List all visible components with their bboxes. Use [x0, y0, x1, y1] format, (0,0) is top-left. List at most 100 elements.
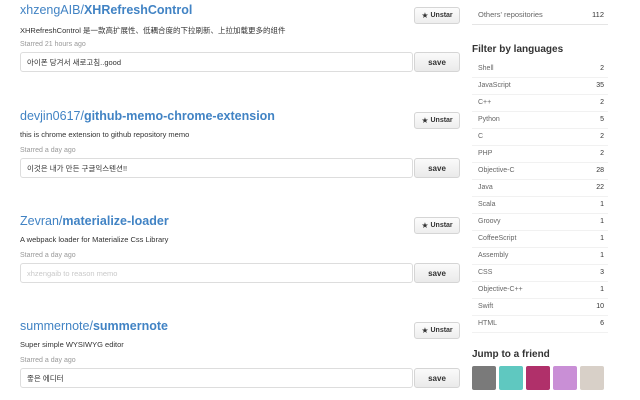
- friend-avatar[interactable]: [580, 366, 604, 390]
- others-repositories-label: Others' repositories: [478, 10, 543, 19]
- repo-owner-link[interactable]: Zevran: [20, 214, 59, 228]
- language-name: Objective-C++: [478, 286, 523, 293]
- language-count: 28: [596, 167, 604, 174]
- language-filter-item[interactable]: C++ 2: [472, 95, 608, 112]
- repo-owner-link[interactable]: devjin0617: [20, 109, 80, 123]
- repo-title[interactable]: Zevran/materialize-loader: [20, 214, 169, 228]
- repo-memo-input[interactable]: [20, 158, 413, 178]
- repo-memo-input[interactable]: [20, 52, 413, 72]
- language-name: Groovy: [478, 218, 501, 225]
- unstar-button[interactable]: ★ Unstar: [414, 217, 460, 234]
- language-filter-item[interactable]: Swift 10: [472, 299, 608, 316]
- language-name: HTML: [478, 320, 498, 327]
- repo-memo-input[interactable]: [20, 263, 413, 283]
- language-count: 35: [596, 82, 604, 89]
- starred-time: Starred a day ago: [20, 252, 76, 259]
- starred-repo-list: xhzengAIB/XHRefreshControl ★ Unstar XHRe…: [20, 0, 460, 400]
- language-name: JavaScript: [478, 82, 511, 89]
- language-count: 6: [600, 320, 604, 327]
- save-button[interactable]: save: [414, 52, 460, 72]
- star-icon: ★: [421, 220, 429, 230]
- repo-name-link[interactable]: XHRefreshControl: [84, 3, 192, 17]
- language-name: C++: [478, 99, 492, 106]
- language-filter-item[interactable]: Assembly 1: [472, 248, 608, 265]
- language-count: 1: [600, 252, 604, 259]
- starred-time: Starred a day ago: [20, 147, 76, 154]
- friend-avatar-list: [472, 366, 604, 390]
- friend-avatar[interactable]: [553, 366, 577, 390]
- unstar-label: Unstar: [430, 222, 453, 229]
- repo-name-link[interactable]: github-memo-chrome-extension: [84, 109, 275, 123]
- language-count: 2: [600, 133, 604, 140]
- language-filter-list: Shell 2 JavaScript 35 C++ 2 Python 5 C2 PHP 2…: [472, 61, 608, 333]
- unstar-button[interactable]: ★ Unstar: [414, 112, 460, 129]
- friend-avatar[interactable]: [499, 366, 523, 390]
- language-name: CSS: [478, 269, 493, 276]
- language-count: 2: [600, 150, 604, 157]
- starred-time: Starred 21 hours ago: [20, 41, 86, 48]
- repo-owner-link[interactable]: xhzengAIB: [20, 3, 80, 17]
- language-filter-item[interactable]: JavaScript 35: [472, 78, 608, 95]
- language-filter-item[interactable]: Java 22: [472, 180, 608, 197]
- repo-title[interactable]: summernote/summernote: [20, 319, 168, 333]
- repo-name-link[interactable]: materialize-loader: [62, 214, 168, 228]
- repo-memo-input[interactable]: [20, 368, 413, 388]
- unstar-label: Unstar: [430, 117, 453, 124]
- repo-name-link[interactable]: summernote: [93, 319, 168, 333]
- language-count: 2: [600, 65, 604, 72]
- language-name: Python: [478, 116, 500, 123]
- save-button[interactable]: save: [414, 263, 460, 283]
- language-name: Swift: [478, 303, 494, 310]
- unstar-button[interactable]: ★ Unstar: [414, 7, 460, 24]
- language-count: 2: [600, 99, 604, 106]
- language-name: Shell: [478, 65, 494, 72]
- star-icon: ★: [421, 325, 429, 335]
- starred-time: Starred a day ago: [20, 357, 76, 364]
- language-filter-item[interactable]: Scala 1: [472, 197, 608, 214]
- repo-description: Super simple WYSIWYG editor: [20, 340, 124, 349]
- language-name: Scala: [478, 201, 496, 208]
- language-name: CoffeeScript: [478, 235, 517, 242]
- language-filter-item[interactable]: Objective-C++ 1: [472, 282, 608, 299]
- language-name: C: [478, 133, 484, 140]
- language-name: Java: [478, 184, 493, 191]
- language-count: 3: [600, 269, 604, 276]
- language-filter-item[interactable]: CoffeeScript 1: [472, 231, 608, 248]
- save-button[interactable]: save: [414, 158, 460, 178]
- unstar-button[interactable]: ★ Unstar: [414, 322, 460, 339]
- language-name: Assembly: [478, 252, 509, 259]
- repo-owner-link[interactable]: summernote: [20, 319, 89, 333]
- repo-description: A webpack loader for Materialize Css Lib…: [20, 235, 169, 244]
- language-filter-item[interactable]: Shell 2: [472, 61, 608, 78]
- repo-description: XHRefreshControl 是一款高扩展性、低耦合度的下拉刷新、上拉加载更…: [20, 26, 286, 35]
- language-filter-item[interactable]: Groovy 1: [472, 214, 608, 231]
- unstar-label: Unstar: [430, 327, 453, 334]
- star-icon: ★: [421, 115, 429, 125]
- language-count: 1: [600, 201, 604, 208]
- save-button[interactable]: save: [414, 368, 460, 388]
- repo-title[interactable]: devjin0617/github-memo-chrome-extension: [20, 109, 275, 123]
- repo-title[interactable]: xhzengAIB/XHRefreshControl: [20, 3, 192, 17]
- star-icon: ★: [421, 10, 429, 20]
- language-count: 1: [600, 235, 604, 242]
- language-filter-item[interactable]: CSS 3: [472, 265, 608, 282]
- language-count: 1: [600, 218, 604, 225]
- others-repositories-count: 112: [592, 10, 604, 19]
- friend-avatar[interactable]: [472, 366, 496, 390]
- friend-avatar[interactable]: [526, 366, 550, 390]
- language-filter-item[interactable]: HTML 6: [472, 316, 608, 333]
- repo-item: Zevran/materialize-loader ★ Unstar A web…: [20, 210, 460, 315]
- language-name: PHP: [478, 150, 493, 157]
- language-filter-item[interactable]: PHP 2: [472, 146, 608, 163]
- repo-item: devjin0617/github-memo-chrome-extension …: [20, 105, 460, 210]
- language-count: 22: [596, 184, 604, 191]
- language-filter-item[interactable]: Python 5: [472, 112, 608, 129]
- jump-to-friend-heading: Jump to a friend: [472, 349, 550, 360]
- others-repositories-filter[interactable]: Others' repositories 112: [472, 5, 608, 25]
- language-count: 5: [600, 116, 604, 123]
- repo-item: summernote/summernote ★ Unstar Super sim…: [20, 315, 460, 400]
- filter-languages-heading: Filter by languages: [472, 44, 564, 55]
- language-filter-item[interactable]: Objective-C 28: [472, 163, 608, 180]
- language-filter-item[interactable]: C2: [472, 129, 608, 146]
- language-count: 1: [600, 286, 604, 293]
